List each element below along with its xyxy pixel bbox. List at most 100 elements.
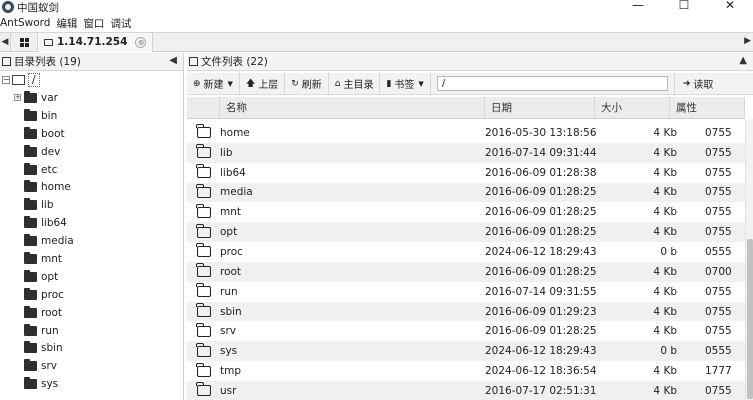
- file-size: 4 Kb: [653, 384, 677, 397]
- close-button[interactable]: ✕: [707, 0, 753, 14]
- file-name: tmp: [220, 365, 242, 378]
- expand-plus-icon[interactable]: +: [14, 94, 21, 101]
- read-button[interactable]: ➜ 读取: [673, 72, 722, 95]
- file-row[interactable]: proc 2024-06-12 18:29:43 0 b 0555: [187, 242, 745, 262]
- new-button[interactable]: ⊕ 新建 ▼: [187, 72, 240, 95]
- tree-item[interactable]: mnt: [0, 250, 183, 268]
- file-size: 4 Kb: [653, 265, 677, 278]
- file-date: 2016-06-09 01:28:25: [485, 265, 597, 278]
- tree-item[interactable]: boot: [0, 125, 183, 143]
- refresh-button[interactable]: ↻ 刷新: [285, 72, 329, 95]
- file-attr: 0555: [705, 245, 732, 258]
- tab-scroll-left-icon[interactable]: ◀: [0, 37, 10, 47]
- header-date[interactable]: 日期: [485, 96, 595, 119]
- tree-item-label: sbin: [41, 342, 63, 355]
- file-row[interactable]: sbin 2016-06-09 01:29:23 4 Kb 0755: [187, 301, 745, 322]
- scrollbar-thumb[interactable]: [747, 239, 753, 399]
- folder-icon: [24, 341, 37, 354]
- tree-item[interactable]: root: [0, 304, 183, 322]
- header-size[interactable]: 大小: [595, 96, 670, 119]
- tree-item[interactable]: media: [0, 232, 183, 250]
- header-name[interactable]: 名称: [220, 96, 485, 119]
- path-input[interactable]: [436, 76, 668, 91]
- menu-antsword[interactable]: AntSword: [0, 17, 54, 29]
- file-row[interactable]: tmp 2024-06-12 18:36:54 4 Kb 1777: [187, 361, 745, 381]
- tree-item[interactable]: home: [0, 178, 183, 196]
- file-row[interactable]: usr 2016-07-17 02:51:31 4 Kb 0755: [187, 380, 745, 400]
- minimize-button[interactable]: —: [615, 0, 661, 14]
- file-row[interactable]: lib64 2016-06-09 01:28:38 4 Kb 0755: [187, 163, 745, 183]
- file-icon-cell: [187, 223, 220, 238]
- tree-item[interactable]: run: [0, 322, 183, 340]
- read-button-label: 读取: [693, 80, 714, 91]
- tree-item[interactable]: lib: [0, 196, 183, 214]
- file-date: 2016-06-09 01:29:23: [485, 305, 597, 318]
- collapse-up-icon[interactable]: ▲: [739, 55, 747, 66]
- tab-bar: ◀ 1.14.71.254 ⊗ ▶: [0, 32, 753, 52]
- folder-icon: [196, 362, 211, 377]
- folder-icon: [24, 162, 37, 175]
- file-size: 4 Kb: [653, 126, 677, 139]
- bookmark-button[interactable]: ▮ 书签 ▼: [380, 72, 431, 95]
- file-row[interactable]: media 2016-06-09 01:28:25 4 Kb 0755: [187, 182, 745, 203]
- maximize-button[interactable]: ☐: [661, 0, 707, 14]
- tree-item-label: boot: [41, 127, 65, 140]
- file-icon-cell: [187, 322, 220, 337]
- tree-item[interactable]: lib64: [0, 214, 183, 232]
- tab-host-label: 1.14.71.254: [57, 36, 128, 48]
- home-icon: ⌂: [334, 78, 341, 89]
- file-name: sbin: [220, 305, 242, 318]
- file-row[interactable]: sys 2024-06-12 18:29:43 0 b 0555: [187, 341, 745, 362]
- collapse-left-icon[interactable]: ◀: [169, 55, 177, 66]
- refresh-button-label: 刷新: [301, 80, 322, 91]
- directory-panel-header: 目录列表 (19) ◀: [0, 53, 183, 71]
- tree-item[interactable]: bin: [0, 107, 183, 125]
- file-size: 4 Kb: [653, 166, 677, 179]
- tab-host[interactable]: 1.14.71.254 ⊗: [38, 32, 154, 52]
- file-date: 2016-05-30 13:18:56: [485, 126, 597, 139]
- tree-item[interactable]: sbin: [0, 339, 183, 357]
- folder-icon: [196, 382, 211, 397]
- tree-item[interactable]: + var: [0, 89, 183, 107]
- file-date: 2024-06-12 18:29:43: [485, 245, 597, 258]
- file-attr: 0755: [705, 166, 732, 179]
- antsword-icon: [2, 1, 14, 13]
- tree-item[interactable]: opt: [0, 268, 183, 286]
- file-row[interactable]: root 2016-06-09 01:28:25 4 Kb 0700: [187, 261, 745, 282]
- home-dir-button[interactable]: ⌂ 主目录: [329, 72, 381, 95]
- file-grid-header: 名称 日期 大小 属性: [187, 96, 745, 119]
- file-row[interactable]: srv 2016-06-09 01:28:25 4 Kb 0755: [187, 321, 745, 341]
- menu-edit[interactable]: 编辑: [56, 16, 81, 31]
- tab-home[interactable]: [10, 32, 38, 52]
- tab-scroll-right-icon[interactable]: ▶: [744, 36, 751, 46]
- file-attr: 0755: [705, 384, 732, 397]
- tree-root[interactable]: − /: [0, 71, 183, 89]
- file-list-scrollbar[interactable]: [745, 119, 753, 400]
- file-size: 4 Kb: [653, 206, 677, 219]
- tree-item-label: bin: [41, 109, 58, 122]
- file-icon-cell: [187, 362, 220, 377]
- tree-item[interactable]: etc: [0, 161, 183, 179]
- folder-icon: [24, 359, 37, 372]
- up-button[interactable]: 🡅 上层: [240, 72, 286, 95]
- folder-icon: [24, 144, 37, 157]
- refresh-icon: ↻: [291, 78, 299, 89]
- file-row[interactable]: opt 2016-06-09 01:28:25 4 Kb 0755: [187, 222, 745, 243]
- file-row[interactable]: home 2016-05-30 13:18:56 4 Kb 0755: [187, 123, 745, 143]
- file-icon-cell: [187, 124, 220, 139]
- tree-item[interactable]: sys: [0, 375, 183, 393]
- tree-item-label: proc: [41, 288, 64, 301]
- folder-icon: [196, 223, 211, 238]
- tree-item[interactable]: dev: [0, 143, 183, 161]
- header-attr[interactable]: 属性: [670, 96, 745, 119]
- file-date: 2024-06-12 18:29:43: [485, 345, 597, 358]
- tree-item[interactable]: srv: [0, 357, 183, 375]
- file-row[interactable]: run 2016-07-14 09:31:55 4 Kb 0755: [187, 282, 745, 302]
- collapse-minus-icon[interactable]: −: [2, 76, 10, 84]
- tree-item[interactable]: proc: [0, 286, 183, 304]
- tab-close-icon[interactable]: ⊗: [135, 36, 147, 48]
- menu-debug[interactable]: 调试: [110, 16, 135, 31]
- file-row[interactable]: mnt 2016-06-09 01:28:25 4 Kb 0755: [187, 202, 745, 222]
- file-row[interactable]: lib 2016-07-14 09:31:44 4 Kb 0755: [187, 142, 745, 163]
- menu-window[interactable]: 窗口: [83, 16, 108, 31]
